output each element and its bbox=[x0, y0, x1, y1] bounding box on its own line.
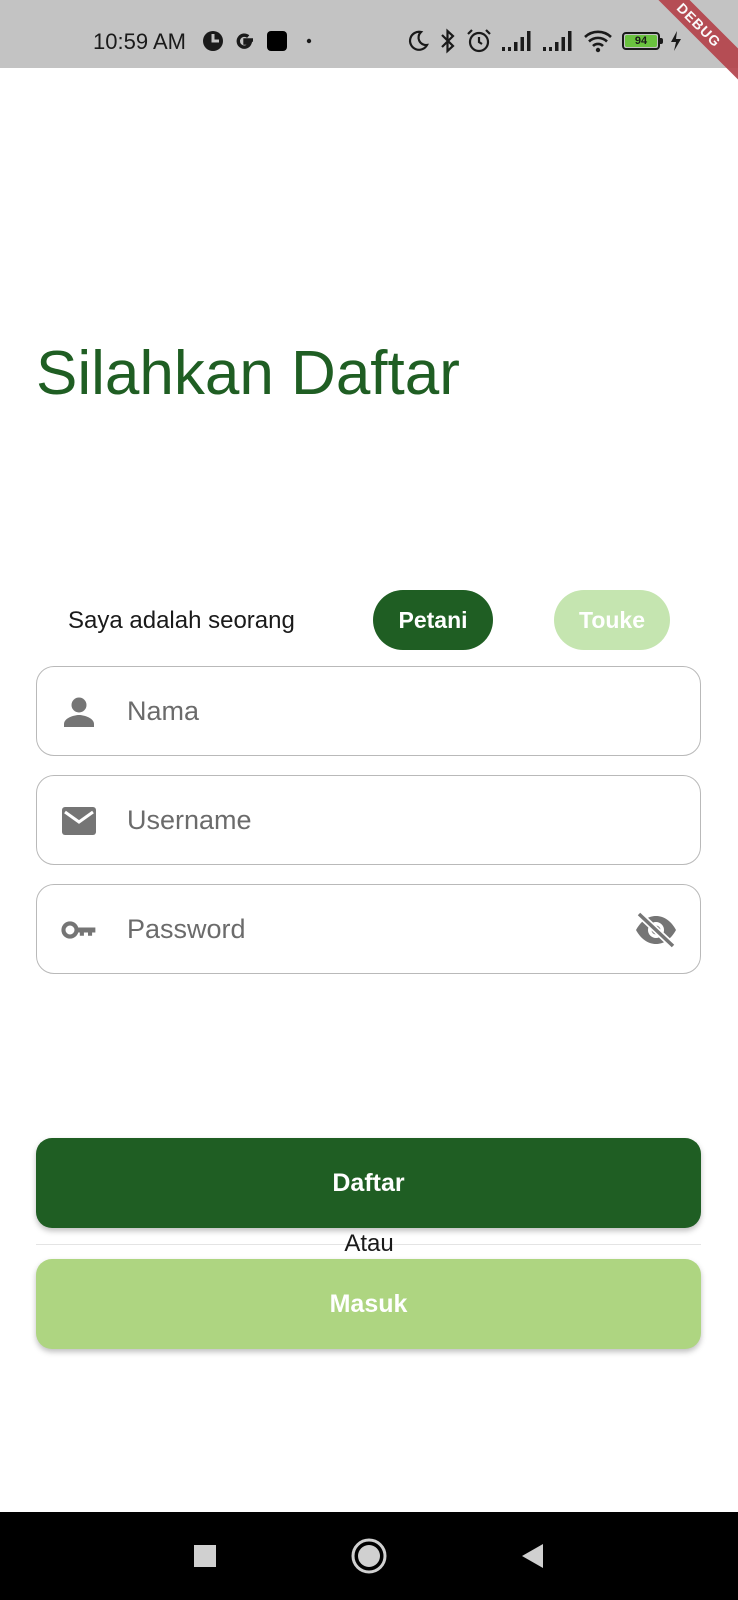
name-field[interactable] bbox=[36, 666, 701, 756]
app-square-icon bbox=[267, 31, 287, 51]
login-button[interactable]: Masuk bbox=[36, 1259, 701, 1349]
divider-text: Atau bbox=[344, 1230, 394, 1257]
recents-button[interactable] bbox=[181, 1532, 229, 1580]
username-input[interactable] bbox=[127, 796, 607, 844]
home-circle-icon bbox=[351, 1538, 387, 1574]
username-field[interactable] bbox=[36, 775, 701, 865]
role-label: Saya adalah seorang bbox=[68, 607, 295, 634]
status-bar: 10:59 AM 94 DEBUG bbox=[0, 0, 738, 86]
role-option-petani[interactable]: Petani bbox=[373, 590, 493, 650]
page-title: Silahkan Daftar bbox=[36, 339, 460, 408]
email-icon bbox=[62, 807, 96, 835]
name-input[interactable] bbox=[127, 687, 607, 735]
signal-icon bbox=[543, 31, 572, 51]
status-right-icons: 94 bbox=[406, 28, 683, 54]
alarm-icon bbox=[467, 29, 491, 53]
battery-icon: 94 bbox=[622, 32, 663, 50]
status-time: 10:59 AM bbox=[93, 29, 186, 54]
back-button[interactable] bbox=[508, 1532, 556, 1580]
dot-icon bbox=[306, 38, 312, 44]
password-field[interactable] bbox=[36, 884, 701, 974]
charging-icon bbox=[671, 31, 681, 51]
register-button[interactable]: Daftar bbox=[36, 1138, 701, 1228]
password-input[interactable] bbox=[127, 905, 607, 953]
clock-app-icon bbox=[203, 31, 223, 51]
navigation-bar bbox=[0, 1512, 738, 1600]
status-left-icons bbox=[202, 30, 320, 52]
signal-icon bbox=[502, 31, 531, 51]
google-icon bbox=[236, 33, 253, 49]
battery-level: 94 bbox=[625, 35, 657, 47]
role-option-touke[interactable]: Touke bbox=[554, 590, 670, 650]
recents-square-icon bbox=[194, 1545, 216, 1567]
home-button[interactable] bbox=[345, 1532, 393, 1580]
key-icon bbox=[61, 921, 96, 939]
moon-icon bbox=[409, 30, 429, 51]
back-triangle-icon bbox=[522, 1544, 543, 1568]
bluetooth-icon bbox=[441, 28, 455, 54]
role-selector: Saya adalah seorang Petani Touke bbox=[36, 590, 701, 650]
person-icon bbox=[64, 697, 94, 727]
wifi-icon bbox=[584, 30, 612, 53]
visibility-off-icon[interactable] bbox=[634, 911, 678, 949]
